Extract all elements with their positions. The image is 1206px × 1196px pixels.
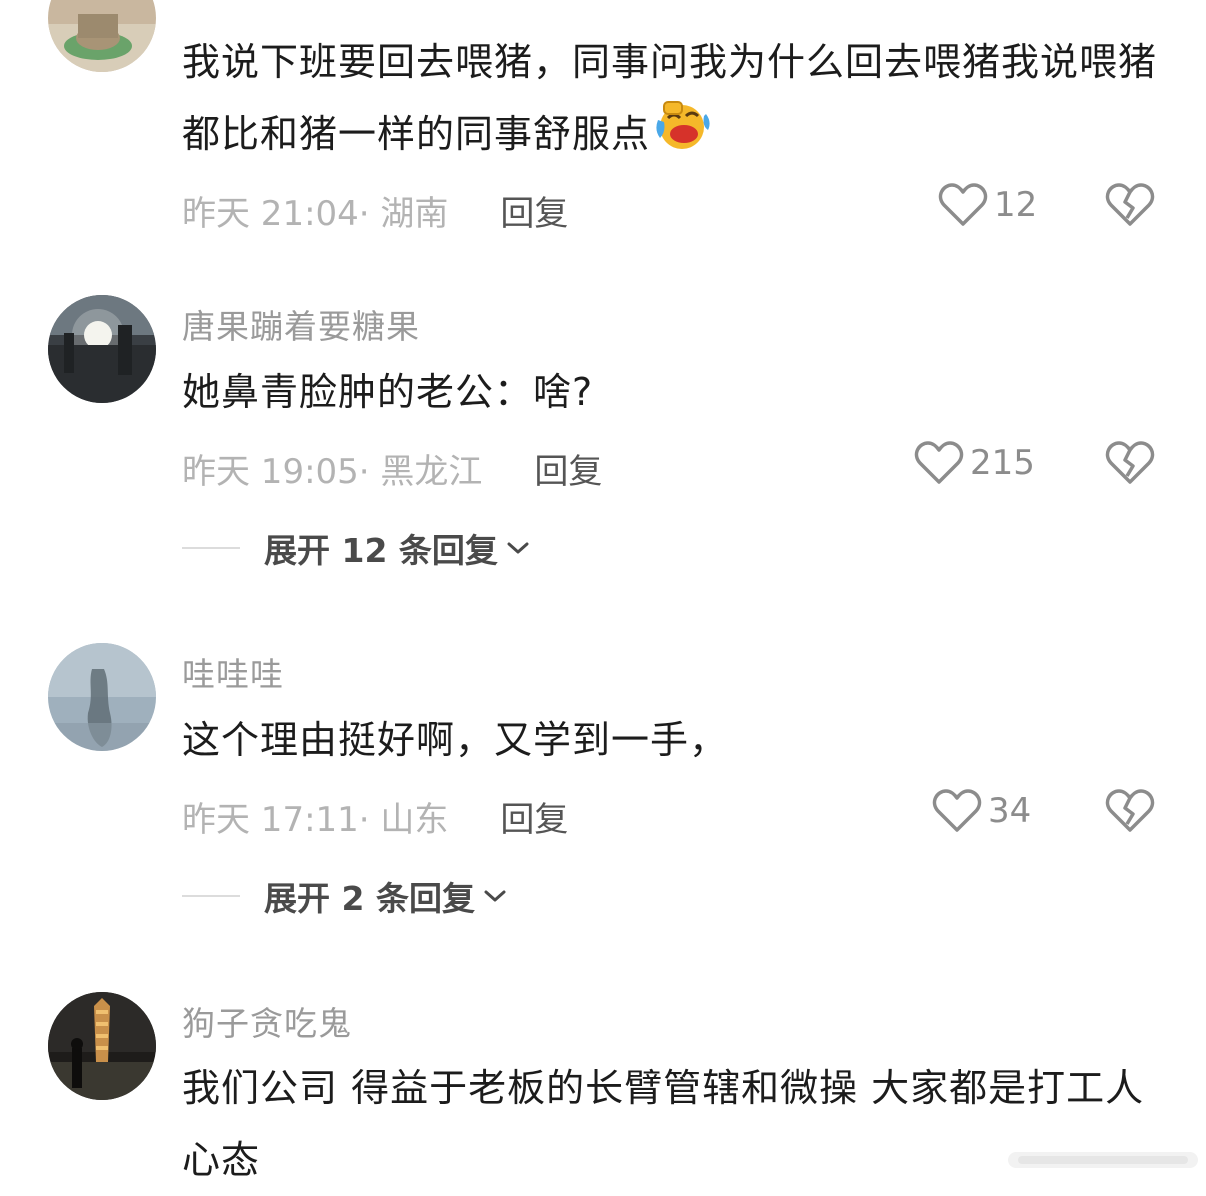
reply-button[interactable]: 回复 xyxy=(500,186,568,235)
like-button[interactable]: 215 xyxy=(914,440,1035,486)
watermark-logo xyxy=(1008,1152,1198,1168)
avatar[interactable] xyxy=(48,0,156,72)
comment-location: · 黑龙江 xyxy=(358,452,483,492)
heart-outline-icon xyxy=(914,441,964,484)
comment-location: · 湖南 xyxy=(358,194,449,234)
like-count: 12 xyxy=(994,185,1038,225)
expand-replies-button[interactable]: 展开 2 条回复 xyxy=(182,872,507,920)
expand-replies-button[interactable]: 展开 12 条回复 xyxy=(182,524,530,572)
laughing-crying-emoji-icon xyxy=(654,100,712,173)
like-button[interactable]: 12 xyxy=(938,182,1037,228)
comment-text: 她鼻青脸肿的老公：啥? xyxy=(182,356,1162,428)
comment-meta: 昨天 19:05 · 黑龙江 回复 xyxy=(182,444,602,493)
comment-time: 昨天 17:11 xyxy=(182,800,359,840)
dislike-button[interactable] xyxy=(1105,440,1155,490)
dislike-button[interactable] xyxy=(1105,788,1155,838)
comment-meta: 昨天 21:04 · 湖南 回复 xyxy=(182,186,568,235)
avatar-image xyxy=(48,295,156,403)
comment-text: 我们公司 得益于老板的长臂管辖和微操 大家都是打工人心态 xyxy=(182,1052,1162,1196)
avatar-image xyxy=(48,643,156,751)
avatar-image xyxy=(48,992,156,1100)
comment-location: · 山东 xyxy=(358,800,449,840)
comment-text-content: 我们公司 得益于老板的长臂管辖和微操 大家都是打工人心态 xyxy=(182,1066,1145,1182)
broken-heart-icon xyxy=(1105,789,1155,832)
username[interactable]: 狗子贪吃鬼 xyxy=(182,997,352,1045)
avatar[interactable] xyxy=(48,295,156,403)
comment-time: 昨天 21:04 xyxy=(182,194,359,234)
heart-outline-icon xyxy=(932,789,982,832)
avatar[interactable] xyxy=(48,992,156,1100)
reply-button[interactable]: 回复 xyxy=(534,444,602,493)
broken-heart-icon xyxy=(1105,441,1155,484)
avatar[interactable] xyxy=(48,643,156,751)
divider-line xyxy=(182,547,240,549)
avatar-image xyxy=(48,0,156,72)
expand-replies-label: 展开 12 条回复 xyxy=(264,531,498,570)
username[interactable]: 唐果蹦着要糖果 xyxy=(182,300,420,348)
comment-time: 昨天 19:05 xyxy=(182,452,359,492)
comment-text-content: 她鼻青脸肿的老公：啥? xyxy=(182,370,594,414)
heart-outline-icon xyxy=(938,183,988,226)
broken-heart-icon xyxy=(1105,183,1155,226)
like-count: 34 xyxy=(988,791,1032,831)
comment-text-content: 这个理由挺好啊，又学到一手， xyxy=(182,718,729,762)
username[interactable]: 哇哇哇 xyxy=(182,648,284,696)
like-count: 215 xyxy=(970,443,1035,483)
comment-meta: 昨天 17:11 · 山东 回复 xyxy=(182,792,568,841)
comment-text: 我说下班要回去喂猪，同事问我为什么回去喂猪我说喂猪都比和猪一样的同事舒服点 xyxy=(182,26,1162,173)
expand-replies-label: 展开 2 条回复 xyxy=(264,879,475,918)
like-button[interactable]: 34 xyxy=(932,788,1031,834)
chevron-down-icon xyxy=(507,542,529,554)
divider-line xyxy=(182,895,240,897)
comment-text: 这个理由挺好啊，又学到一手， xyxy=(182,704,1162,776)
reply-button[interactable]: 回复 xyxy=(500,792,568,841)
dislike-button[interactable] xyxy=(1105,182,1155,232)
chevron-down-icon xyxy=(484,890,506,902)
